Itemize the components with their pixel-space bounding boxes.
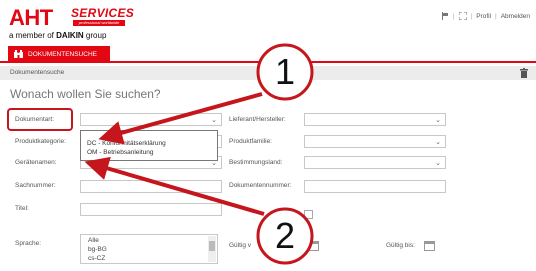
callout-arrow-2 [84,156,265,216]
callout-arrow-1 [98,92,263,145]
callout-number-1: 1 [274,51,296,92]
callout-number-2: 2 [274,215,296,256]
